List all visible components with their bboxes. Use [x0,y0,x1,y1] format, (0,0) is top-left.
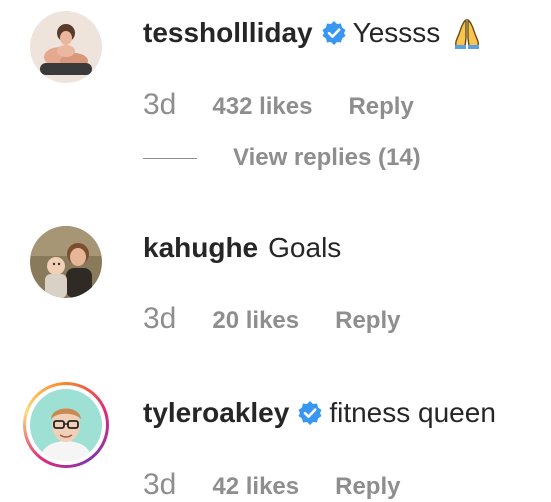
username[interactable]: tyleroakley [143,396,289,430]
comment-item: tyleroakley fitness queen 3d 42 likes Re… [0,370,551,502]
comment-line: tesshollliday Yessss [143,16,484,50]
username[interactable]: kahughe [143,231,258,265]
replies-divider [143,157,197,159]
likes-count[interactable]: 20 likes [212,307,299,335]
avatar[interactable] [30,11,102,83]
reply-button[interactable]: Reply [335,473,400,501]
comment-meta: 3d 42 likes Reply [143,468,400,502]
verified-badge-icon [297,400,323,426]
likes-count[interactable]: 432 likes [212,93,312,121]
timestamp: 3d [143,302,177,335]
comment-item: tesshollliday Yessss 3d 432 likes Reply … [0,0,551,200]
comment-meta: 3d 20 likes Reply [143,302,400,336]
comment-meta: 3d 432 likes Reply [143,88,414,122]
username[interactable]: tesshollliday [143,16,313,50]
avatar[interactable] [30,226,102,298]
comment-line: tyleroakley fitness queen [143,396,496,430]
timestamp: 3d [143,468,177,501]
view-replies-label: View replies (14) [233,144,421,171]
comment-item: kahughe Goals 3d 20 likes Reply [0,200,551,370]
comment-text: Yessss [352,17,441,48]
comment-line: kahughe Goals [143,231,341,265]
reply-button[interactable]: Reply [335,307,400,335]
verified-badge-icon [321,20,347,46]
story-ring[interactable] [23,382,109,468]
avatar[interactable] [30,389,102,461]
likes-count[interactable]: 42 likes [212,473,299,501]
timestamp: 3d [143,88,177,121]
reply-button[interactable]: Reply [348,93,413,121]
folded-hands-emoji-icon [450,16,484,50]
comment-text: Goals [268,232,342,263]
view-replies-button[interactable]: View replies (14) [143,144,421,172]
comment-text: fitness queen [329,397,496,428]
